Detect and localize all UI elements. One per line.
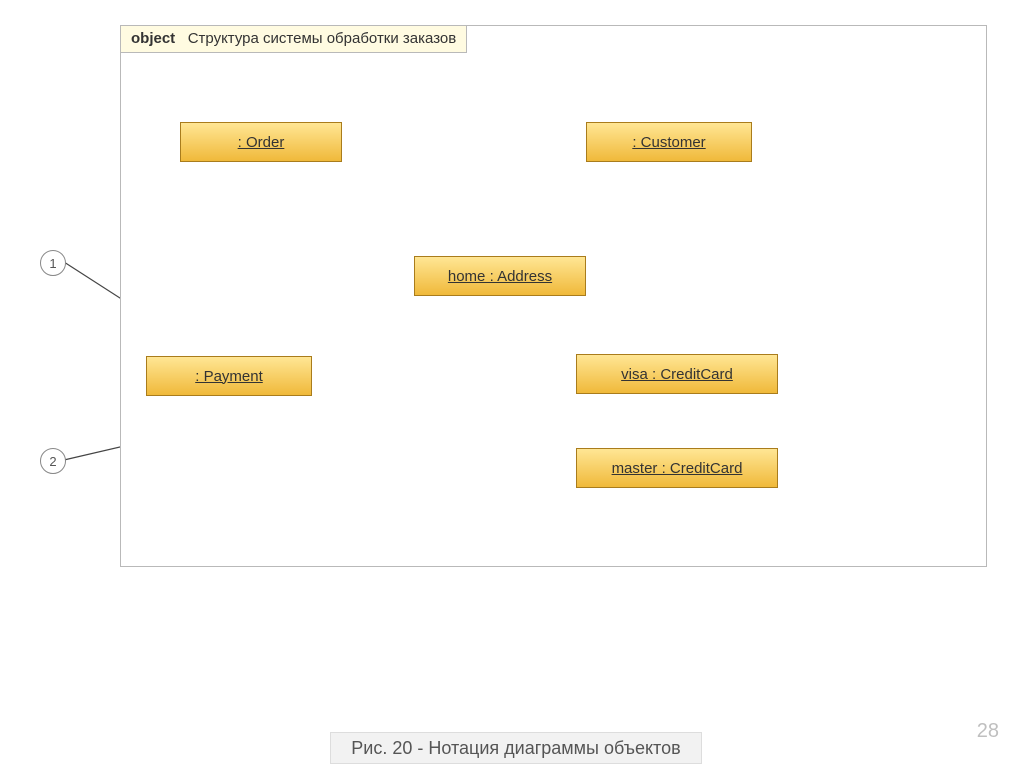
diagram-frame-keyword: object [131, 30, 175, 47]
object-visa-label: visa : CreditCard [617, 366, 737, 383]
diagram-frame-title: Структура системы обработки заказов [188, 30, 457, 47]
object-customer: : Customer [586, 122, 752, 162]
object-payment-label: : Payment [191, 368, 267, 385]
annotation-badge-1-label: 1 [49, 256, 56, 271]
object-address-label: home : Address [444, 268, 556, 285]
object-payment: : Payment [146, 356, 312, 396]
diagram-frame: object Структура системы обработки заказ… [120, 25, 987, 567]
object-address: home : Address [414, 256, 586, 296]
page-number: 28 [977, 720, 999, 743]
annotation-badge-2-label: 2 [49, 454, 56, 469]
annotation-badge-2: 2 [40, 448, 66, 474]
object-order-label: : Order [234, 134, 289, 151]
object-master: master : CreditCard [576, 448, 778, 488]
object-master-label: master : CreditCard [608, 460, 747, 477]
annotation-badge-1: 1 [40, 250, 66, 276]
object-visa: visa : CreditCard [576, 354, 778, 394]
figure-caption-text: Рис. 20 - Нотация диаграммы объектов [351, 738, 680, 759]
figure-caption: Рис. 20 - Нотация диаграммы объектов [330, 732, 702, 764]
diagram-frame-label: object Структура системы обработки заказ… [120, 25, 467, 53]
object-order: : Order [180, 122, 342, 162]
object-customer-label: : Customer [628, 134, 709, 151]
